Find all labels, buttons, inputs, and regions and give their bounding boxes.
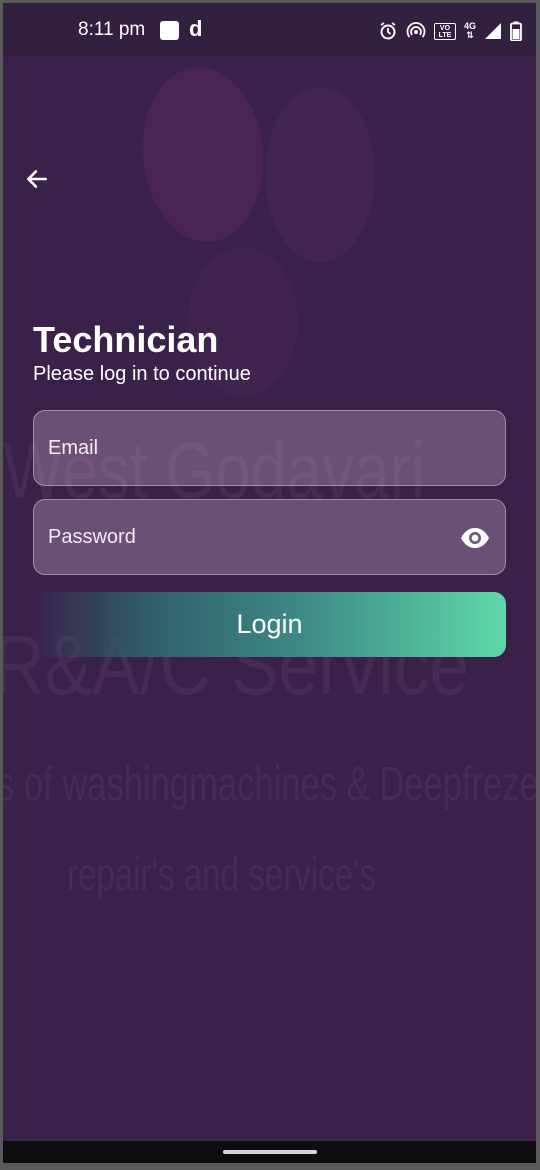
page-title: Technician (33, 319, 219, 360)
password-field[interactable] (33, 499, 506, 575)
arrow-left-icon (27, 170, 47, 188)
network-4g-icon: 4G ⇅ (463, 21, 476, 40)
password-visibility-toggle[interactable] (459, 524, 491, 552)
home-indicator[interactable] (223, 1150, 317, 1154)
alarm-icon (378, 21, 398, 41)
email-input[interactable] (48, 411, 448, 485)
email-field[interactable] (33, 410, 506, 486)
notification-square-icon (160, 21, 179, 40)
back-button[interactable] (19, 161, 55, 197)
volte-icon: VO LTE (433, 22, 456, 40)
login-screen: West Godavari R&A/C Service s of washing… (3, 3, 536, 1163)
navigation-bar (3, 1141, 536, 1163)
signal-icon (484, 22, 502, 40)
status-time: 8:11 pm (78, 19, 146, 40)
login-button[interactable]: Login (33, 592, 506, 657)
password-input[interactable] (48, 500, 448, 574)
watermark-line-4: repair's and service's (67, 848, 377, 900)
status-icons: VO LTE 4G ⇅ (378, 19, 522, 43)
eye-icon (461, 528, 489, 548)
status-bar: 8:11 pm d VO LTE 4G ⇅ (3, 3, 536, 57)
page-subtitle: Please log in to continue (33, 363, 251, 385)
watermark-line-3: s of washingmachines & Deepfreze (3, 758, 536, 811)
app-d-icon: d (189, 16, 203, 41)
hotspot-icon (406, 21, 426, 41)
battery-icon (510, 21, 522, 41)
